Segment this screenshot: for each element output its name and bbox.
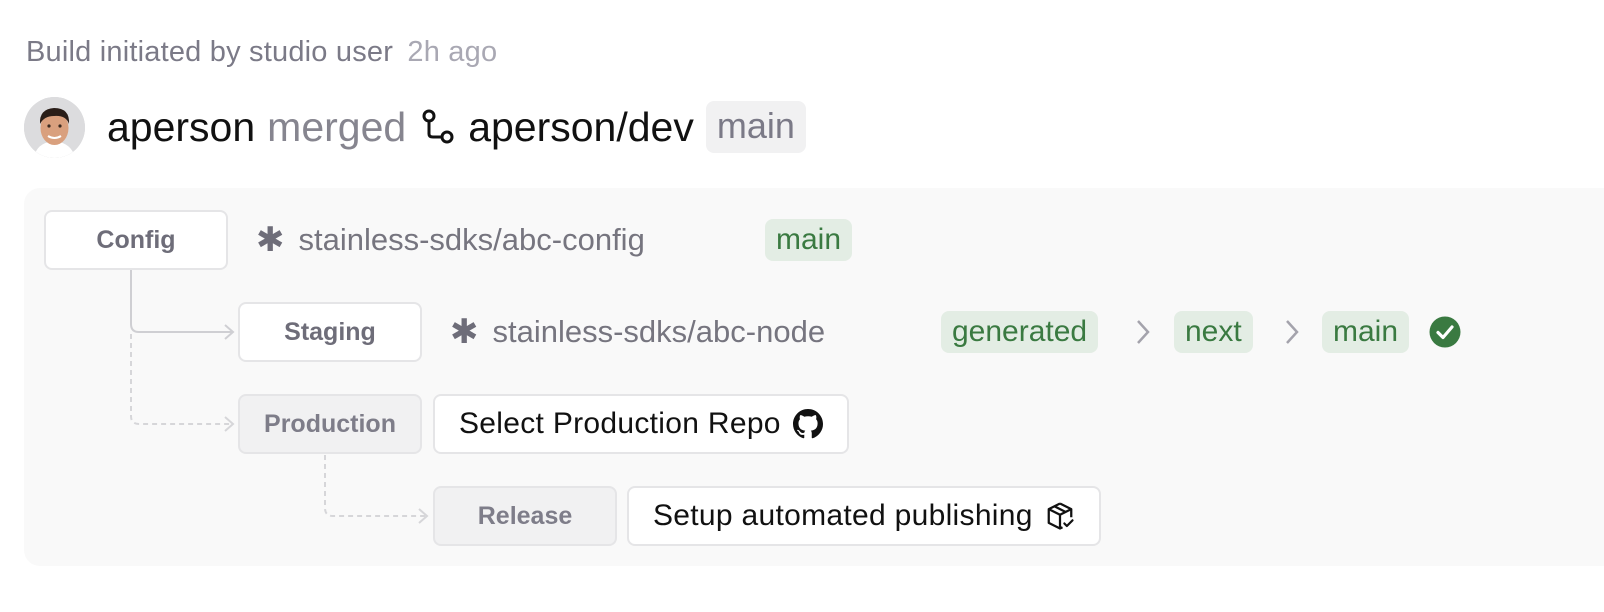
select-production-repo-label: Select Production Repo <box>459 407 781 440</box>
staging-repo[interactable]: ✱ stainless-sdks/abc-node <box>450 312 825 352</box>
commit-headline: aperson merged aperson/dev main <box>24 96 806 158</box>
config-branch-main[interactable]: main <box>765 219 853 261</box>
node-production-label: Production <box>264 409 396 438</box>
commit-branch-chip: main <box>705 101 806 153</box>
avatar[interactable] <box>24 96 85 158</box>
commit-verb: merged <box>267 103 407 150</box>
asterisk-icon: ✱ <box>256 221 285 259</box>
node-production[interactable]: Production <box>238 394 422 454</box>
config-repo[interactable]: ✱ stainless-sdks/abc-config <box>256 220 645 260</box>
setup-automated-publishing-label: Setup automated publishing <box>653 499 1033 532</box>
git-merge-icon <box>420 108 456 146</box>
node-release[interactable]: Release <box>433 486 617 546</box>
select-production-repo-button[interactable]: Select Production Repo <box>433 394 849 454</box>
build-initiated-text: Build initiated by studio user <box>26 36 394 68</box>
commit-repo[interactable]: aperson/dev <box>468 104 694 151</box>
staging-branch-generated[interactable]: generated <box>941 311 1099 353</box>
chevron-right-icon <box>1137 320 1150 344</box>
config-repo-name: stainless-sdks/abc-config <box>298 222 645 257</box>
staging-branch-main[interactable]: main <box>1322 311 1410 353</box>
commit-user[interactable]: aperson <box>107 104 255 151</box>
chevron-right-icon <box>1286 320 1299 344</box>
staging-branch-next[interactable]: next <box>1174 311 1253 353</box>
asterisk-icon: ✱ <box>450 313 479 351</box>
package-check-icon <box>1045 501 1075 531</box>
node-config[interactable]: Config <box>44 210 228 270</box>
node-staging[interactable]: Staging <box>238 302 422 362</box>
node-release-label: Release <box>477 501 573 530</box>
check-circle-icon <box>1429 316 1461 348</box>
node-staging-label: Staging <box>284 317 376 346</box>
build-meta: Build initiated by studio user 2h ago <box>26 36 497 69</box>
node-config-label: Config <box>96 225 176 254</box>
build-time-ago: 2h ago <box>407 36 498 68</box>
github-icon <box>792 409 823 439</box>
staging-repo-name: stainless-sdks/abc-node <box>492 314 826 349</box>
setup-automated-publishing-button[interactable]: Setup automated publishing <box>627 486 1101 546</box>
